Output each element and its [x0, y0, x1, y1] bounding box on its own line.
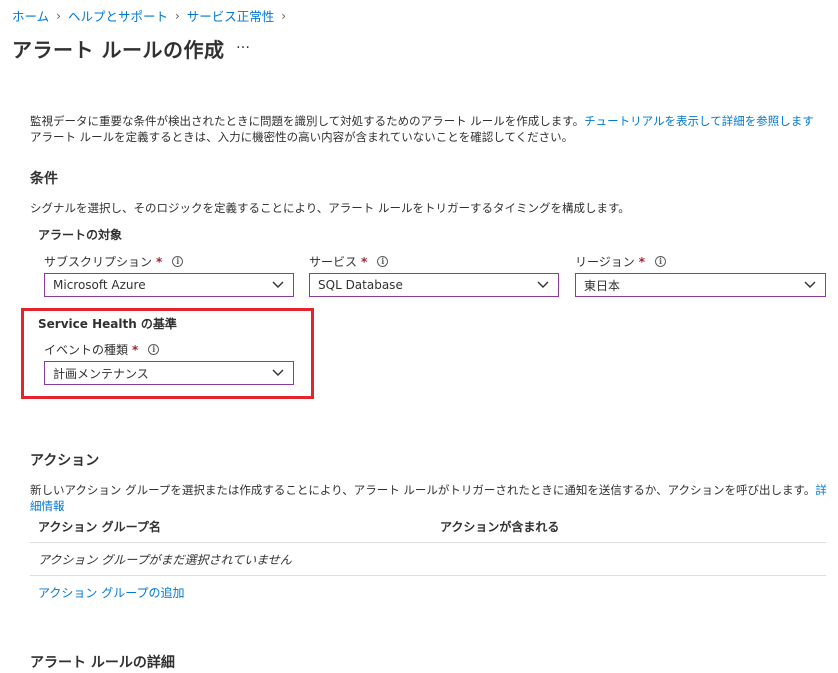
conditions-description: シグナルを選択し、そのロジックを定義することにより、アラート ルールをトリガーす… — [30, 201, 630, 215]
subscription-select[interactable]: Microsoft Azure — [44, 273, 294, 297]
intro-text: 監視データに重要な条件が検出されたときに問題を識別して対処するためのアラート ル… — [30, 113, 814, 145]
region-label: リージョン * i — [575, 253, 667, 270]
info-icon[interactable]: i — [148, 344, 160, 355]
alert-target-title: アラートの対象 — [38, 228, 123, 242]
required-marker: * — [361, 254, 368, 269]
service-label: サービス * i — [309, 253, 389, 270]
region-select[interactable]: 東日本 — [575, 273, 826, 297]
action-groups-table-header: アクション グループ名 アクションが含まれる — [30, 509, 826, 543]
chevron-down-icon — [804, 281, 816, 288]
intro-line2: アラート ルールを定義するときは、入力に機密性の高い内容が含まれていないことを確… — [30, 130, 574, 144]
chevron-right-icon: › — [281, 8, 287, 23]
info-icon[interactable]: i — [655, 256, 667, 267]
service-health-title: Service Health の基準 — [38, 317, 177, 331]
chevron-down-icon — [272, 281, 284, 288]
info-icon[interactable]: i — [172, 256, 184, 267]
breadcrumb-home[interactable]: ホーム — [12, 6, 49, 25]
service-value: SQL Database — [318, 278, 403, 292]
service-select[interactable]: SQL Database — [309, 273, 559, 297]
empty-table-message: アクション グループがまだ選択されていません — [38, 553, 292, 567]
breadcrumb-service-health[interactable]: サービス正常性 — [187, 6, 275, 25]
intro-line1: 監視データに重要な条件が検出されたときに問題を識別して対処するためのアラート ル… — [30, 114, 585, 128]
conditions-title: 条件 — [30, 171, 58, 187]
page-title: アラート ルールの作成 — [12, 38, 225, 62]
alert-rule-details-title: アラート ルールの詳細 — [30, 655, 175, 671]
chevron-right-icon: › — [174, 8, 180, 23]
actions-title: アクション — [30, 453, 100, 469]
chevron-down-icon — [537, 281, 549, 288]
breadcrumb: ホーム › ヘルプとサポート › サービス正常性 › — [12, 6, 293, 25]
subscription-label: サブスクリプション * i — [44, 253, 184, 270]
event-type-label: イベントの種類 * i — [44, 341, 160, 358]
column-header-contains: アクションが含まれる — [440, 520, 560, 534]
add-action-group-link[interactable]: アクション グループの追加 — [38, 584, 185, 601]
event-type-value: 計画メンテナンス — [53, 366, 149, 381]
required-marker: * — [638, 254, 646, 269]
breadcrumb-help-support[interactable]: ヘルプとサポート — [68, 6, 168, 25]
column-header-group-name: アクション グループ名 — [38, 520, 161, 534]
required-marker: * — [156, 254, 163, 269]
chevron-down-icon — [272, 369, 284, 376]
subscription-value: Microsoft Azure — [53, 278, 146, 292]
divider — [30, 575, 826, 576]
event-type-select[interactable]: 計画メンテナンス — [44, 361, 294, 385]
info-icon[interactable]: i — [377, 256, 389, 267]
more-options-button[interactable]: … — [236, 36, 251, 52]
chevron-right-icon: › — [56, 8, 61, 23]
region-value: 東日本 — [584, 278, 621, 293]
tutorial-link[interactable]: チュートリアルを表示して詳細を参照します — [584, 114, 814, 128]
required-marker: * — [132, 342, 139, 357]
